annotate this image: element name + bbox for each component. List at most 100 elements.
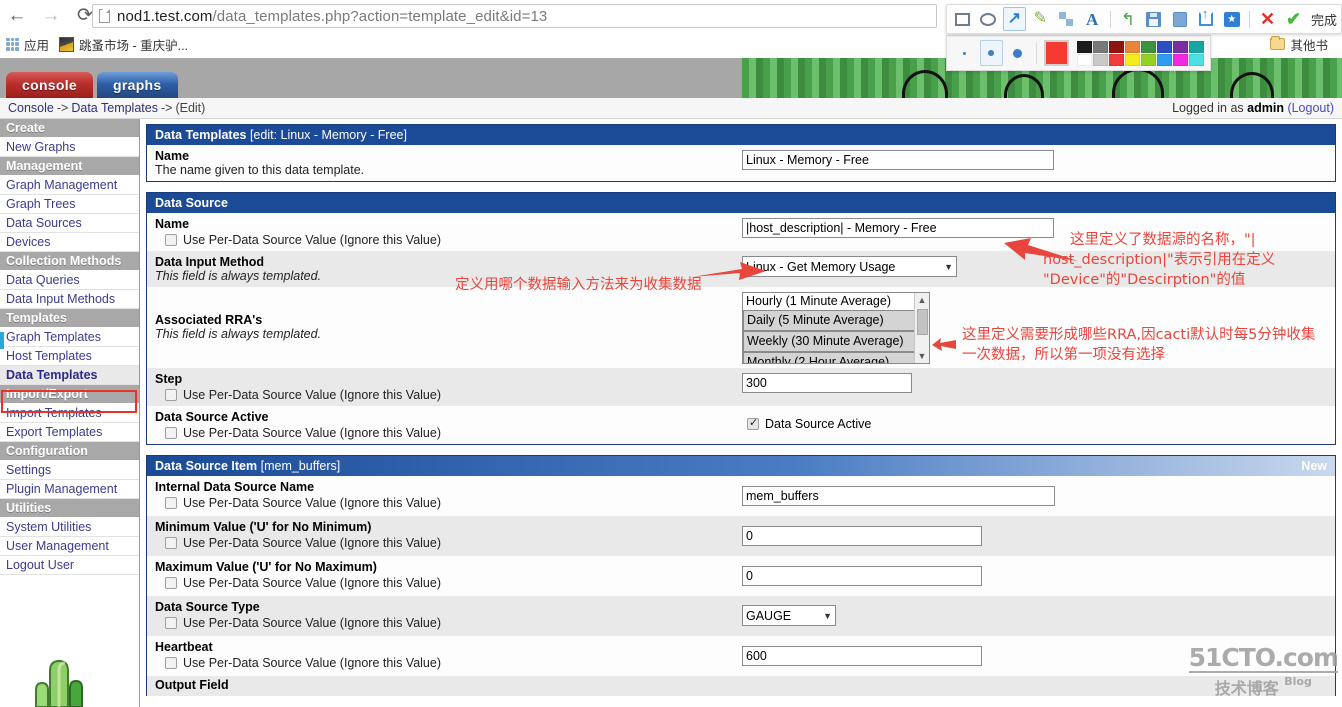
maximum-value-input[interactable]: 0 <box>742 566 982 586</box>
mosaic-tool-button[interactable] <box>1055 7 1078 31</box>
sidebar-item-graph-templates[interactable]: Graph Templates <box>0 328 139 347</box>
share-tool-button[interactable] <box>1194 6 1217 31</box>
sidebar-item-plugin-management[interactable]: Plugin Management <box>0 480 139 499</box>
sidebar-item-data-input-methods[interactable]: Data Input Methods <box>0 290 139 309</box>
minimum-value-label: Minimum Value ('U' for No Minimum) <box>155 520 372 534</box>
min-per-ds[interactable]: Use Per-Data Source Value (Ignore this V… <box>155 536 742 550</box>
rectangle-tool-button[interactable] <box>951 7 974 31</box>
close-icon: ✕ <box>1260 9 1276 29</box>
hb-per-ds-label: Use Per-Data Source Value (Ignore this V… <box>183 656 441 670</box>
save-tool-button[interactable] <box>1142 7 1165 31</box>
rra-option-0[interactable]: Hourly (1 Minute Average) <box>743 293 929 310</box>
cancel-tool-button[interactable]: ✕ <box>1256 7 1279 31</box>
max-per-ds[interactable]: Use Per-Data Source Value (Ignore this V… <box>155 576 742 590</box>
dst-per-ds[interactable]: Use Per-Data Source Value (Ignore this V… <box>155 616 742 630</box>
arrow-tool-button[interactable]: ↗ <box>1002 7 1026 31</box>
watermark-blog: Blog <box>1284 675 1312 688</box>
dsa-per-ds-checkbox[interactable] <box>165 427 177 439</box>
annotation-rra-line2: 一次数据，所以第一项没有选择 <box>962 347 1165 363</box>
current-color-swatch[interactable] <box>1044 40 1069 66</box>
text-tool-button[interactable]: A <box>1081 7 1104 31</box>
arrow-to-data-input-method <box>692 262 766 280</box>
ds-name-checkbox[interactable] <box>165 234 177 246</box>
dot-large-icon <box>1013 48 1023 58</box>
dsi-new-link[interactable]: New <box>1301 459 1327 473</box>
data-source-active-control[interactable]: Data Source Active <box>747 416 871 431</box>
sidebar-item-new-graphs[interactable]: New Graphs <box>0 138 139 157</box>
internal-ds-name-input[interactable]: mem_buffers <box>742 486 1055 506</box>
pin-tool-button[interactable] <box>1168 7 1191 31</box>
internal-ds-name-checkbox[interactable] <box>165 497 177 509</box>
done-label[interactable]: 完成 <box>1311 10 1337 29</box>
data-input-method-select[interactable]: Linux - Get Memory Usage ▼ <box>742 256 957 277</box>
data-source-active-checkbox[interactable] <box>747 416 759 430</box>
idsn-per-ds[interactable]: Use Per-Data Source Value (Ignore this V… <box>155 496 742 510</box>
sidebar-item-data-templates[interactable]: Data Templates <box>0 366 139 385</box>
heartbeat-checkbox[interactable] <box>165 657 177 669</box>
heartbeat-input[interactable]: 600 <box>742 646 982 666</box>
dsa-per-ds[interactable]: Use Per-Data Source Value (Ignore this V… <box>155 426 742 440</box>
tab-console[interactable]: console <box>6 72 94 98</box>
size-large-button[interactable] <box>1007 40 1030 66</box>
sidebar-header-utilities: Utilities <box>0 499 139 518</box>
template-name-input[interactable]: Linux - Memory - Free <box>742 150 1054 170</box>
sidebar-item-export-templates[interactable]: Export Templates <box>0 423 139 442</box>
panel-data-source-item: Data Source Item [mem_buffers] New Inter… <box>146 455 1336 696</box>
breadcrumb-data-templates[interactable]: Data Templates <box>71 101 158 115</box>
data-source-type-select[interactable]: GAUGE ▼ <box>742 605 836 626</box>
scroll-up-icon[interactable]: ▲ <box>915 293 929 307</box>
hb-per-ds[interactable]: Use Per-Data Source Value (Ignore this V… <box>155 656 742 670</box>
sidebar-item-graph-trees[interactable]: Graph Trees <box>0 195 139 214</box>
associated-rras-listbox[interactable]: Hourly (1 Minute Average) Daily (5 Minut… <box>742 292 930 364</box>
other-bookmarks[interactable]: 其他书 <box>1270 35 1328 54</box>
minimum-value-input[interactable]: 0 <box>742 526 982 546</box>
sidebar-header-create: Create <box>0 119 139 138</box>
sidebar-item-host-templates[interactable]: Host Templates <box>0 347 139 366</box>
rra-scrollbar[interactable]: ▲ ▼ <box>914 293 929 363</box>
forward-icon[interactable]: → <box>34 0 68 30</box>
step-per-ds[interactable]: Use Per-Data Source Value (Ignore this V… <box>155 388 742 402</box>
sidebar-item-import-templates[interactable]: Import Templates <box>0 404 139 423</box>
data-source-type-checkbox[interactable] <box>165 617 177 629</box>
step-checkbox[interactable] <box>165 389 177 401</box>
color-swatches[interactable] <box>1076 40 1204 66</box>
row-step-right: 300 <box>742 368 912 397</box>
bookmark-item-1[interactable]: 跳蚤市场 - 重庆驴... <box>59 35 188 54</box>
sidebar-item-devices[interactable]: Devices <box>0 233 139 252</box>
toolbar-divider-1 <box>1109 10 1111 28</box>
size-small-button[interactable] <box>953 40 976 66</box>
dsi-title-text: Data Source Item <box>155 459 258 473</box>
maximum-value-checkbox[interactable] <box>165 577 177 589</box>
step-input[interactable]: 300 <box>742 373 912 393</box>
breadcrumb-console[interactable]: Console <box>8 101 54 115</box>
sidebar-item-graph-management[interactable]: Graph Management <box>0 176 139 195</box>
sidebar-item-data-queries[interactable]: Data Queries <box>0 271 139 290</box>
scrollbar-thumb[interactable] <box>917 309 928 335</box>
size-medium-button[interactable] <box>979 40 1003 66</box>
logout-link[interactable]: (Logout) <box>1287 101 1334 115</box>
undo-tool-button[interactable]: ↰ <box>1117 7 1140 31</box>
address-bar[interactable]: nod1.test.com/data_templates.php?action=… <box>92 4 937 28</box>
row-min-right: 0 <box>742 516 982 550</box>
bookmark-apps[interactable]: 应用 <box>6 35 49 54</box>
tab-graphs[interactable]: graphs <box>97 72 178 98</box>
brush-tool-button[interactable]: ✎ <box>1029 7 1052 31</box>
ellipse-tool-button[interactable] <box>977 7 1000 31</box>
confirm-tool-button[interactable]: ✔ <box>1282 7 1305 31</box>
minimum-value-checkbox[interactable] <box>165 537 177 549</box>
dot-medium-icon <box>988 50 995 56</box>
sidebar-item-logout-user[interactable]: Logout User <box>0 556 139 575</box>
sidebar-item-settings[interactable]: Settings <box>0 461 139 480</box>
scroll-down-icon[interactable]: ▼ <box>915 349 929 363</box>
data-source-type-value: GAUGE <box>746 608 792 623</box>
sidebar-item-data-sources[interactable]: Data Sources <box>0 214 139 233</box>
favorite-tool-button[interactable]: ★ <box>1220 7 1243 31</box>
rra-option-3[interactable]: Monthly (2 Hour Average) <box>743 352 929 363</box>
back-icon[interactable]: ← <box>0 0 34 30</box>
sidebar-item-system-utilities[interactable]: System Utilities <box>0 518 139 537</box>
rra-option-2[interactable]: Weekly (30 Minute Average) <box>743 331 929 352</box>
rra-option-1[interactable]: Daily (5 Minute Average) <box>743 310 929 331</box>
maximum-value-label: Maximum Value ('U' for No Maximum) <box>155 560 377 574</box>
ds-name-per-ds[interactable]: Use Per-Data Source Value (Ignore this V… <box>155 233 742 247</box>
sidebar-item-user-management[interactable]: User Management <box>0 537 139 556</box>
